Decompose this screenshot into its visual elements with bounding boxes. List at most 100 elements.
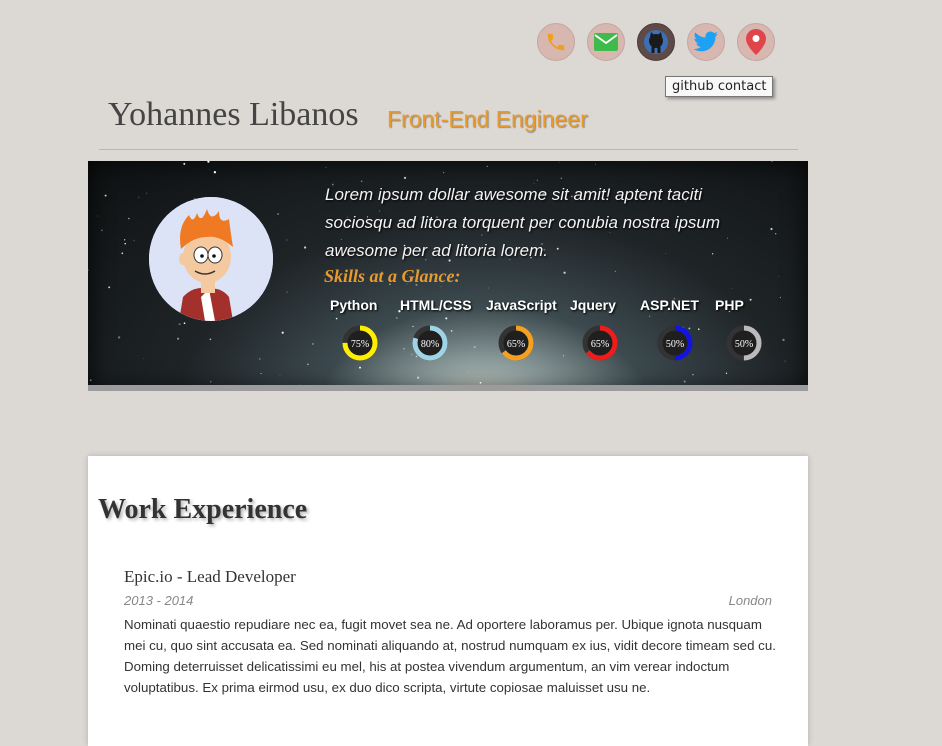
star: [121, 252, 124, 255]
star: [88, 269, 89, 271]
star: [108, 286, 111, 289]
star: [725, 372, 728, 374]
gauge-percent: 50%: [735, 339, 753, 350]
star: [594, 163, 596, 165]
star: [117, 336, 121, 339]
star: [146, 192, 148, 194]
profile-name: Yohannes Libanos: [108, 96, 359, 133]
skill-gauge: 50%: [657, 325, 693, 361]
avatar: [149, 197, 273, 321]
star: [771, 161, 773, 162]
star: [782, 338, 785, 342]
skill-label: Jquery: [570, 297, 616, 313]
star: [488, 287, 490, 289]
gauge-percent: 50%: [666, 339, 684, 350]
star: [138, 196, 140, 198]
skill-label: JavaScript: [486, 297, 557, 313]
star: [683, 380, 686, 383]
skill-gauge: 80%: [412, 325, 448, 361]
star: [183, 322, 186, 325]
header-divider: [99, 149, 798, 150]
star: [395, 317, 398, 319]
star: [209, 169, 210, 170]
email-link[interactable]: [587, 23, 625, 61]
star: [359, 366, 361, 369]
skill-gauge: 65%: [582, 325, 618, 361]
star: [778, 275, 780, 277]
star: [133, 240, 135, 242]
work-experience-card: Work Experience Epic.io - Lead Developer…: [88, 456, 808, 746]
twitter-link[interactable]: [687, 23, 725, 61]
star: [89, 379, 92, 382]
star: [473, 346, 476, 349]
gauge-percent: 75%: [351, 339, 369, 350]
github-icon: [644, 30, 668, 54]
star: [286, 291, 288, 293]
star: [299, 384, 301, 386]
star: [335, 317, 338, 320]
twitter-icon: [693, 31, 718, 52]
star: [479, 381, 482, 384]
section-title: Work Experience: [98, 494, 308, 525]
skill-gauge: 65%: [498, 325, 534, 361]
star: [281, 331, 284, 334]
star: [104, 194, 107, 197]
star: [183, 162, 186, 165]
star: [692, 374, 694, 376]
star: [560, 177, 563, 179]
gauge-percent: 65%: [591, 339, 609, 350]
star: [770, 227, 773, 231]
star: [178, 323, 181, 326]
skills-title: Skills at a Glance:: [324, 266, 461, 286]
star: [101, 229, 103, 232]
star: [562, 355, 564, 357]
star: [325, 166, 327, 168]
star: [779, 296, 782, 299]
star: [445, 317, 448, 320]
star: [614, 270, 616, 272]
star: [649, 315, 651, 317]
star: [784, 360, 786, 362]
star: [277, 213, 280, 215]
gauge-percent: 80%: [421, 339, 439, 350]
intro-text: Lorem ipsum dollar awesome sit amit! apt…: [325, 185, 721, 260]
star: [128, 217, 130, 220]
job-location: London: [728, 593, 772, 608]
star: [403, 176, 407, 180]
star: [312, 343, 314, 345]
avatar-illustration: [149, 197, 273, 321]
gauge-percent: 65%: [507, 339, 525, 350]
star: [259, 358, 261, 360]
skill-label: PHP: [715, 297, 744, 313]
hero-banner: Lorem ipsum dollar awesome sit amit! apt…: [88, 161, 808, 391]
star: [731, 287, 733, 289]
skill-gauge: 50%: [726, 325, 762, 361]
skill-label: Python: [330, 297, 378, 313]
job-title: Epic.io - Lead Developer: [124, 567, 296, 586]
star: [697, 328, 700, 331]
star: [97, 215, 99, 217]
star: [307, 363, 309, 366]
phone-icon: [547, 33, 565, 51]
profile-role: Front-End Engineer: [387, 106, 588, 132]
star: [124, 242, 126, 245]
location-link[interactable]: [737, 23, 775, 61]
skill-label: ASP.NET: [640, 297, 699, 313]
star: [176, 337, 180, 340]
star: [286, 239, 288, 241]
phone-link[interactable]: [537, 23, 575, 61]
github-link[interactable]: [637, 23, 675, 61]
star: [749, 298, 752, 301]
email-icon: [594, 33, 618, 51]
star: [303, 246, 307, 249]
star: [210, 381, 212, 383]
star: [207, 161, 210, 163]
github-tooltip: github contact: [665, 76, 774, 97]
star: [467, 371, 469, 373]
star: [558, 162, 560, 164]
star: [124, 239, 126, 241]
star: [443, 172, 445, 174]
star: [279, 374, 281, 376]
job-dates: 2013 - 2014: [124, 593, 194, 608]
star: [775, 233, 777, 235]
